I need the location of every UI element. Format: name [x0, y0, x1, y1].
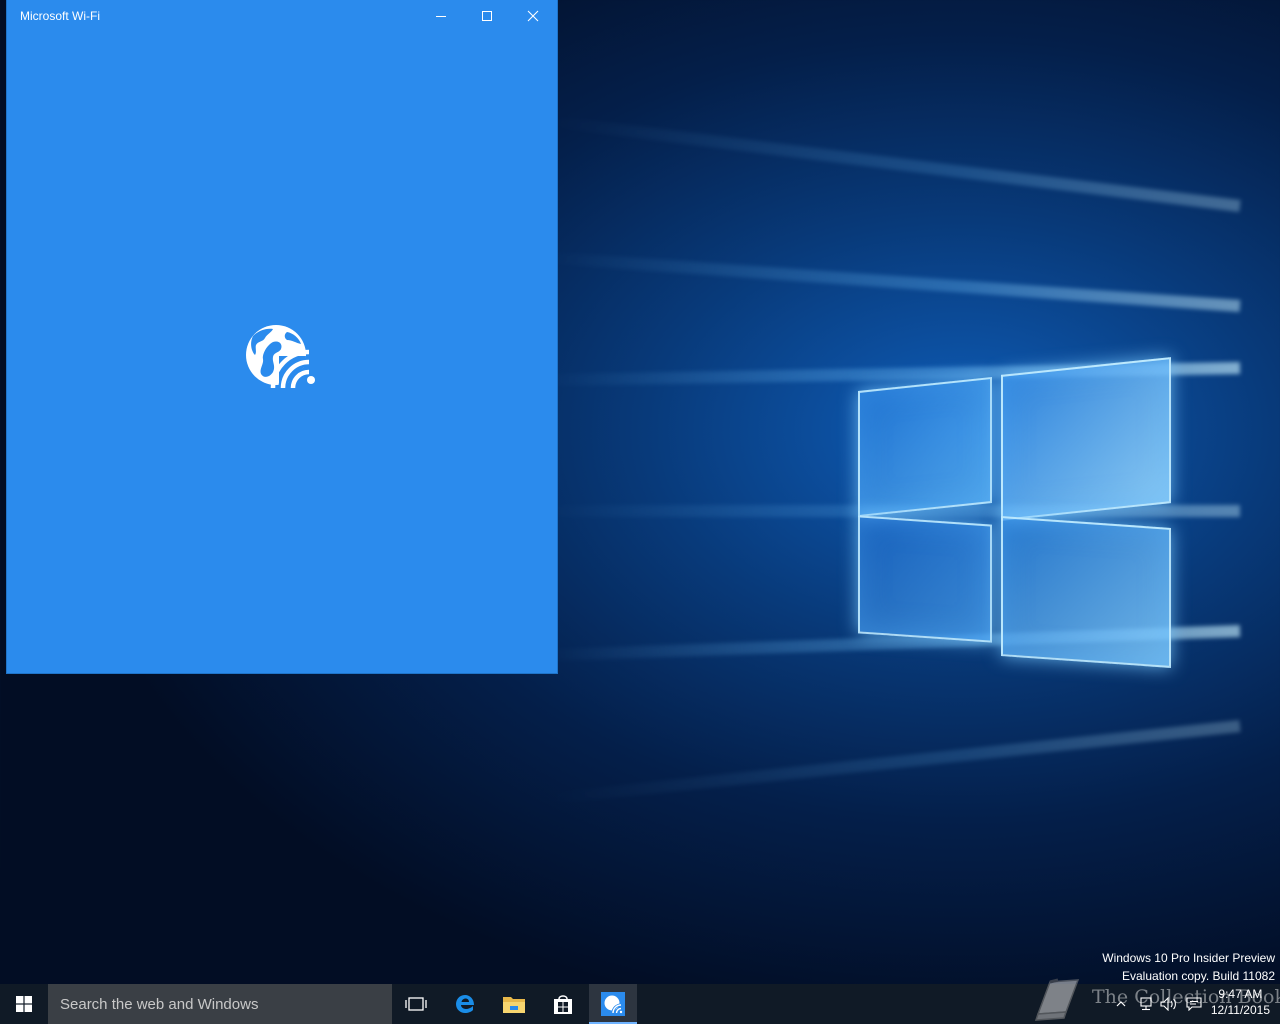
search-placeholder: Search the web and Windows: [60, 995, 259, 1013]
minimize-button[interactable]: [418, 0, 464, 32]
window-title: Microsoft Wi-Fi: [20, 9, 100, 23]
microsoft-wifi-taskbar-button[interactable]: [589, 984, 637, 1024]
title-bar[interactable]: Microsoft Wi-Fi: [7, 0, 557, 32]
windows-start-icon: [16, 996, 32, 1012]
evaluation-edition-text: Windows 10 Pro Insider Preview: [1102, 951, 1275, 965]
maximize-icon: [482, 11, 492, 21]
windows-logo-pane: [1001, 357, 1171, 521]
close-icon: [527, 10, 539, 22]
search-input[interactable]: Search the web and Windows: [48, 984, 392, 1024]
evaluation-watermark: Windows 10 Pro Insider Preview Evaluatio…: [1102, 949, 1275, 985]
evaluation-build-text: Evaluation copy. Build 11082: [1122, 969, 1275, 983]
edge-icon: [456, 995, 474, 1013]
microsoft-wifi-icon: [601, 992, 625, 1016]
taskbar: Search the web and Windows 9:47 AM 12/11…: [0, 984, 1280, 1024]
edge-taskbar-button[interactable]: [441, 984, 489, 1024]
book-logo-icon: [1034, 978, 1080, 1021]
close-button[interactable]: [510, 0, 556, 32]
store-taskbar-button[interactable]: [539, 984, 587, 1024]
maximize-button[interactable]: [464, 0, 510, 32]
windows-logo-pane: [1001, 516, 1171, 668]
task-view-icon: [405, 997, 427, 1011]
overlay-watermark-text: The Collection Book: [1092, 986, 1280, 1008]
file-explorer-icon: [503, 997, 525, 1013]
store-icon: [554, 995, 572, 1014]
windows-logo-pane: [858, 376, 992, 518]
microsoft-wifi-window[interactable]: Microsoft Wi-Fi: [7, 0, 557, 673]
start-button[interactable]: [0, 984, 48, 1024]
globe-wifi-icon: [246, 325, 315, 388]
windows-logo-pane: [858, 515, 992, 643]
file-explorer-taskbar-button[interactable]: [490, 984, 538, 1024]
minimize-icon: [436, 16, 446, 17]
task-view-button[interactable]: [392, 984, 440, 1024]
